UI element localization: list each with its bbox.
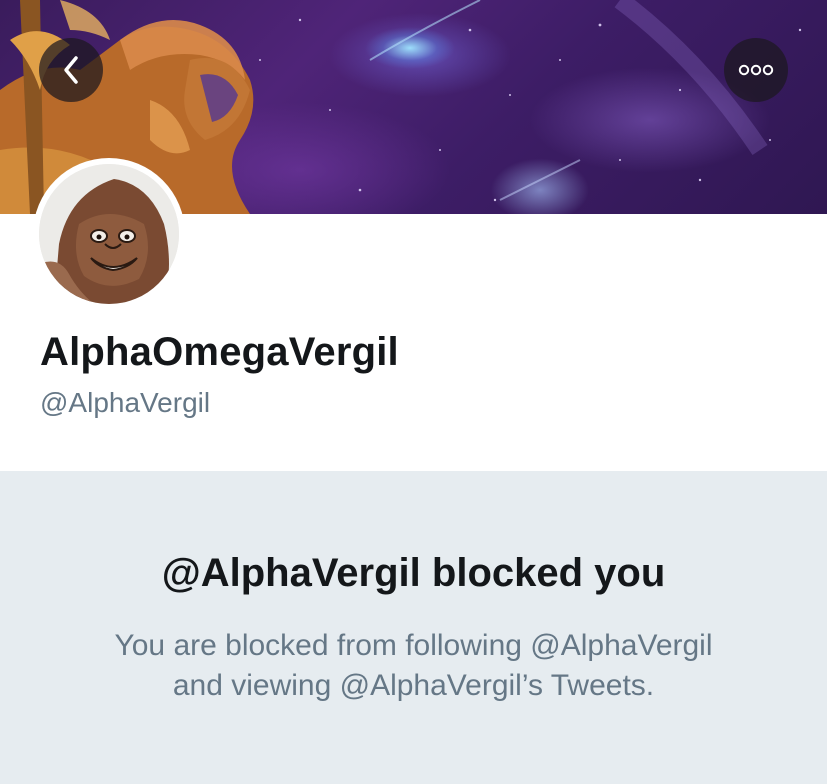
blocked-description-line2: and viewing @AlphaVergil’s Tweets. [172,669,655,702]
blocked-description-line1: You are blocked from following @AlphaVer… [114,629,713,662]
avatar[interactable] [33,158,185,310]
profile-page: AlphaOmegaVergil @AlphaVergil @AlphaVerg… [0,0,827,784]
blocked-title: @AlphaVergil blocked you [161,551,666,595]
user-handle: @AlphaVergil [40,387,211,418]
more-options-button[interactable] [724,38,788,102]
blocked-notice: @AlphaVergil blocked you You are blocked… [0,471,827,784]
blocked-description: You are blocked from following @AlphaVer… [0,626,827,706]
display-name: AlphaOmegaVergil [40,330,399,374]
chevron-left-icon [64,56,78,84]
drawn-face-avatar [39,164,179,304]
more-dots-icon [738,64,774,76]
back-button[interactable] [39,38,103,102]
avatar-image [39,164,179,304]
